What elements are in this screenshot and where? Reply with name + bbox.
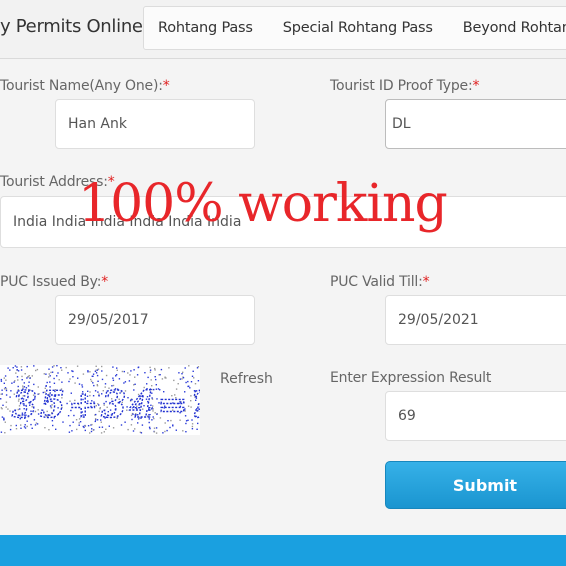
footer-bar (0, 535, 566, 566)
tourist-name-label: Tourist Name(Any One):* (0, 78, 170, 94)
header-divider (0, 58, 566, 59)
required-mark: * (101, 274, 109, 290)
expression-result-input[interactable]: 69 (385, 391, 566, 441)
id-proof-label: Tourist ID Proof Type:* (330, 78, 480, 94)
permit-tabs: Rohtang Pass Special Rohtang Pass Beyond… (143, 6, 566, 50)
captcha-refresh-link[interactable]: Refresh (220, 371, 273, 387)
required-mark: * (162, 78, 170, 94)
expression-result-label: Enter Expression Result (330, 370, 492, 386)
watermark-overlay-text: 100% working (78, 174, 448, 234)
puc-valid-label: PUC Valid Till:* (330, 274, 430, 290)
required-mark: * (422, 274, 430, 290)
submit-button[interactable]: Submit (385, 461, 566, 509)
puc-valid-input[interactable]: 29/05/2021 (385, 295, 566, 345)
top-navigation-bar: y Permits Online Rohtang Pass Special Ro… (0, 0, 566, 58)
tab-rohtang-pass[interactable]: Rohtang Pass (158, 20, 253, 36)
captcha-image: 35+34=? (0, 365, 200, 435)
tab-beyond-rohtang[interactable]: Beyond Rohtang (463, 20, 566, 36)
tab-special-rohtang-pass[interactable]: Special Rohtang Pass (283, 20, 433, 36)
puc-issued-label: PUC Issued By:* (0, 274, 109, 290)
puc-issued-input[interactable]: 29/05/2017 (55, 295, 255, 345)
tourist-name-input[interactable]: Han Ank (55, 99, 255, 149)
id-proof-select[interactable]: DL (385, 99, 566, 149)
site-brand-title[interactable]: y Permits Online (0, 16, 143, 37)
required-mark: * (472, 78, 480, 94)
captcha-expression: 35+34=? (12, 384, 200, 426)
